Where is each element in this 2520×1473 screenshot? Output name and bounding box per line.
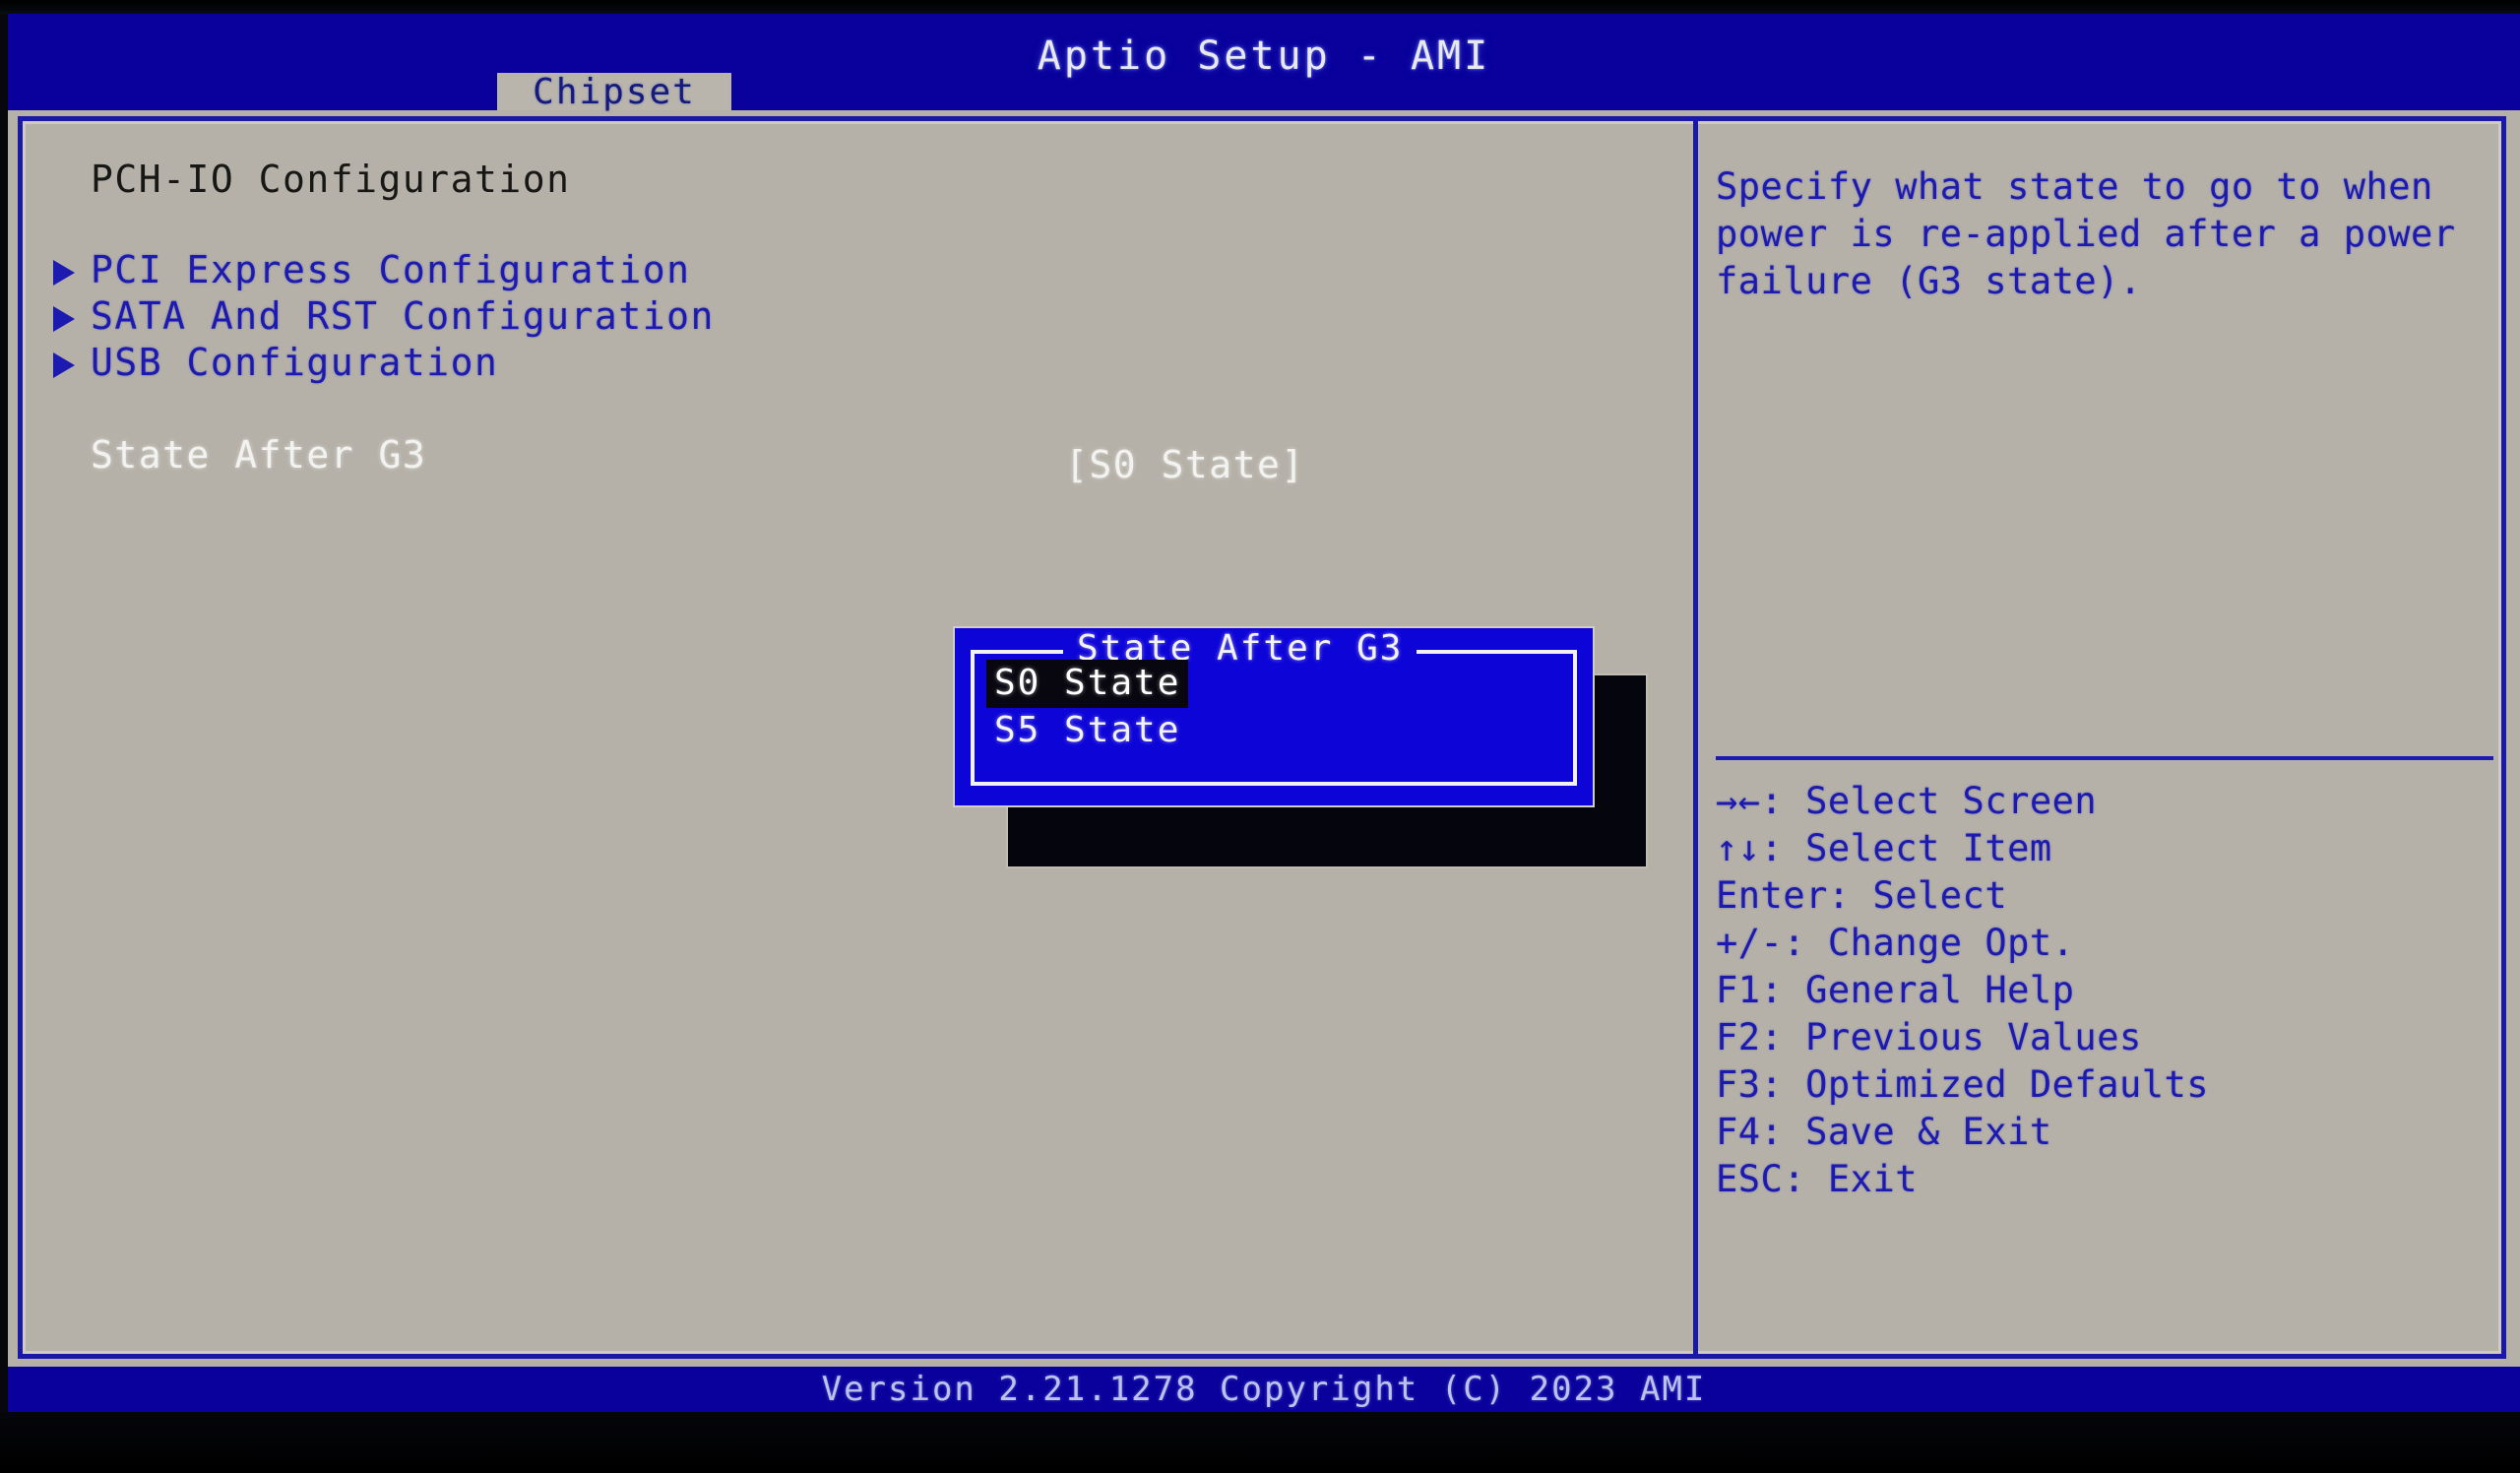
column-divider [1693, 116, 1698, 1359]
shortcut-action: Change Opt. [1827, 922, 2075, 964]
bios-panel: Aptio Setup - AMI Chipset PCH-IO Configu… [8, 14, 2520, 1412]
shortcut-action: Select Screen [1805, 780, 2098, 822]
dialog-option-s0[interactable]: S0 State [986, 660, 1189, 708]
sidebar-item-sata-rst[interactable]: SATA And RST Configuration [33, 292, 1608, 339]
triangle-right-icon [53, 352, 75, 378]
sidebar-item-pci-express[interactable]: PCI Express Configuration [33, 246, 1608, 292]
shortcut-select-item: ↑↓: Select Item [1716, 825, 2503, 872]
help-description: Specify what state to go to when power i… [1716, 165, 2456, 302]
screen-bezel-top [0, 0, 2520, 14]
shortcut-keys: F3: [1716, 1063, 1784, 1106]
setting-row-state-after-g3[interactable]: State After G3 [S0 State] [33, 433, 1628, 486]
tab-strip: Chipset [8, 72, 2520, 112]
shortcut-keys: ESC: [1716, 1158, 1806, 1200]
tab-chipset[interactable]: Chipset [497, 72, 731, 112]
submenu-list: PCI Express Configuration SATA And RST C… [33, 246, 1608, 385]
triangle-right-icon [53, 306, 75, 332]
sidebar-item-usb[interactable]: USB Configuration [33, 339, 1608, 385]
title-bar: Aptio Setup - AMI Chipset [8, 14, 2520, 112]
shortcut-action: General Help [1805, 969, 2075, 1011]
setting-label: State After G3 [91, 433, 427, 477]
shortcut-keys: Enter: [1716, 874, 1851, 917]
version-text: Version 2.21.1278 Copyright (C) 2023 AMI [821, 1370, 1707, 1409]
shortcut-action: Select Item [1805, 827, 2052, 869]
help-separator [1716, 756, 2493, 760]
setting-value[interactable]: [S0 State] [1065, 443, 1305, 486]
shortcut-keys: F1: [1716, 969, 1784, 1011]
submenu-label: SATA And RST Configuration [91, 294, 715, 338]
dialog-option-s5[interactable]: S5 State [986, 707, 1188, 755]
shortcut-keys: ↑↓: [1716, 827, 1784, 869]
shortcut-keys: F2: [1716, 1016, 1784, 1058]
triangle-right-icon [53, 260, 75, 286]
shortcut-keys: F4: [1716, 1111, 1784, 1153]
keyboard-shortcuts-list: →←: Select Screen ↑↓: Select Item Enter:… [1716, 778, 2503, 1203]
shortcut-keys: →←: [1716, 780, 1784, 822]
shortcut-action: Exit [1827, 1158, 1918, 1200]
shortcut-optimized-defaults: F3: Optimized Defaults [1716, 1061, 2503, 1109]
shortcut-exit: ESC: Exit [1716, 1156, 2503, 1203]
shortcut-change-opt: +/-: Change Opt. [1716, 920, 2503, 967]
shortcut-save-exit: F4: Save & Exit [1716, 1109, 2503, 1156]
shortcut-action: Optimized Defaults [1805, 1063, 2210, 1106]
shortcut-keys: +/-: [1716, 922, 1806, 964]
shortcut-select-screen: →←: Select Screen [1716, 778, 2503, 825]
version-bar: Version 2.21.1278 Copyright (C) 2023 AMI [8, 1367, 2520, 1412]
page-title: PCH-IO Configuration [91, 158, 571, 201]
help-column: Specify what state to go to when power i… [1706, 116, 2506, 1359]
shortcut-general-help: F1: General Help [1716, 967, 2503, 1014]
submenu-label: USB Configuration [91, 341, 499, 384]
screen-bezel-bottom [0, 1412, 2520, 1473]
shortcut-action: Previous Values [1805, 1016, 2142, 1058]
bios-setup-screen: Aptio Setup - AMI Chipset PCH-IO Configu… [0, 0, 2520, 1473]
shortcut-action: Save & Exit [1805, 1111, 2052, 1153]
dialog-inner-border: State After G3 S0 State S5 State [971, 628, 1577, 786]
state-after-g3-dialog: State After G3 S0 State S5 State [955, 628, 1593, 805]
shortcut-enter-select: Enter: Select [1716, 872, 2503, 920]
submenu-label: PCI Express Configuration [91, 248, 691, 291]
shortcut-action: Select [1872, 874, 2008, 917]
shortcut-previous-values: F2: Previous Values [1716, 1014, 2503, 1061]
